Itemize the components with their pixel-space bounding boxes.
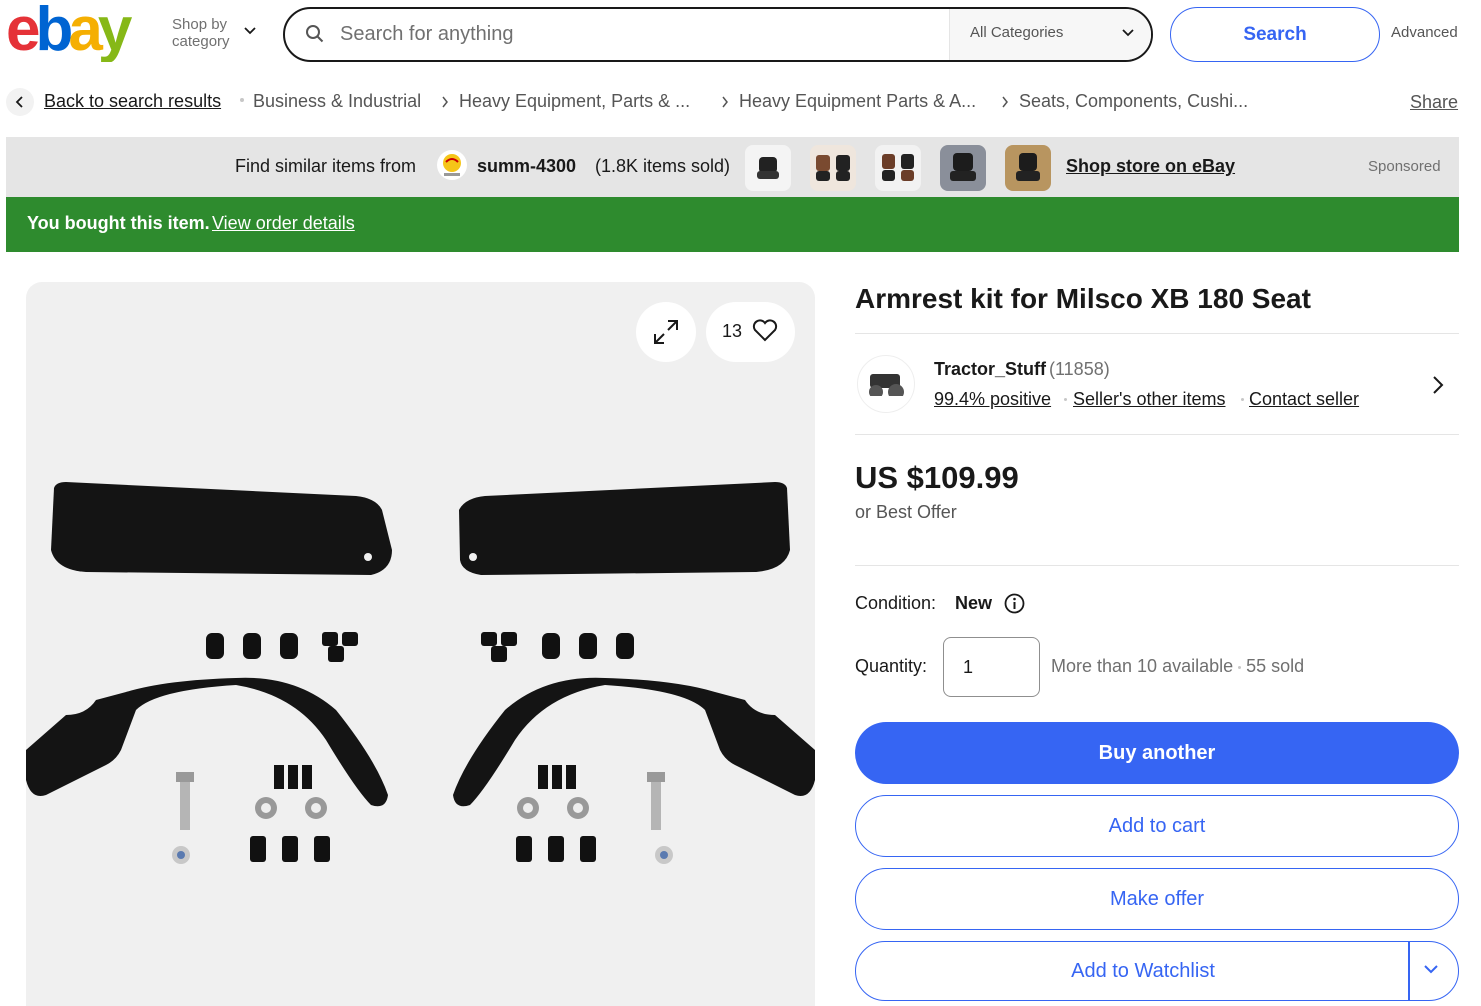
watch-button[interactable] — [706, 302, 795, 362]
shop-by-line2: category — [172, 33, 230, 50]
store-item-thumbnail[interactable] — [1005, 145, 1051, 191]
chevron-down-icon — [1122, 29, 1134, 37]
category-select-label: All Categories — [970, 24, 1064, 41]
breadcrumb-dot — [240, 98, 244, 102]
shop-by-category[interactable]: Shop by category — [172, 16, 230, 50]
store-logo[interactable] — [437, 150, 467, 180]
find-similar-label: Find similar items from — [235, 156, 417, 176]
separator-dot — [1064, 398, 1067, 401]
sold-count: 55 sold — [1246, 656, 1305, 676]
breadcrumb-item[interactable]: Business & Industrial — [253, 91, 421, 112]
separator-dot — [1241, 398, 1244, 401]
listing-title: Armrest kit for Milsco XB 180 Seat — [855, 283, 1311, 314]
heart-icon — [752, 319, 778, 342]
breadcrumb-item[interactable]: Seats, Components, Cushi... — [1019, 91, 1248, 112]
svg-text:ebay: ebay — [6, 0, 133, 62]
watch-count: 13 — [722, 321, 743, 341]
chevron-down-icon[interactable] — [244, 27, 256, 35]
expand-icon — [654, 320, 678, 344]
condition-label: Condition: — [855, 593, 937, 613]
info-icon[interactable] — [1004, 593, 1025, 614]
store-item-thumbnail[interactable] — [940, 145, 986, 191]
shop-store-link[interactable]: Shop store on eBay — [1066, 156, 1235, 177]
contact-seller-link[interactable]: Contact seller — [1249, 389, 1359, 410]
store-name[interactable]: summ-4300 — [477, 156, 576, 177]
seller-name[interactable]: Tractor_Stuff — [934, 359, 1046, 380]
ebay-logo[interactable]: ebay — [6, 0, 156, 62]
divider — [855, 434, 1459, 435]
condition-value: New — [955, 593, 993, 613]
store-items-sold: (1.8K items sold) — [595, 156, 731, 176]
seller-other-items-link[interactable]: Seller's other items — [1073, 389, 1226, 410]
divider — [855, 565, 1459, 566]
best-offer-label: or Best Offer — [855, 502, 957, 522]
seller-positive-feedback-link[interactable]: 99.4% positive — [934, 389, 1051, 410]
sponsored-label: Sponsored — [1368, 158, 1441, 175]
quantity-input[interactable] — [943, 637, 1040, 697]
chevron-right-icon[interactable] — [1432, 375, 1444, 395]
chevron-right-icon — [442, 96, 448, 108]
chevron-right-icon — [722, 96, 728, 108]
add-to-cart-button[interactable]: Add to cart — [855, 795, 1459, 857]
price: US $109.99 — [855, 460, 1019, 495]
back-arrow-icon[interactable] — [6, 88, 34, 116]
quantity-availability: More than 10 available 55 sold — [1051, 656, 1304, 677]
store-item-thumbnail[interactable] — [875, 145, 921, 191]
shop-by-line1: Shop by — [172, 16, 228, 33]
store-banner — [6, 137, 1459, 197]
watchlist-split-divider — [1408, 941, 1410, 1001]
chevron-down-icon[interactable] — [1423, 964, 1439, 974]
add-to-watchlist-button[interactable]: Add to Watchlist — [855, 941, 1459, 1001]
buy-another-button[interactable]: Buy another — [855, 722, 1459, 784]
store-item-thumbnail[interactable] — [745, 145, 791, 191]
quantity-label: Quantity: — [855, 656, 928, 676]
make-offer-button[interactable]: Make offer — [855, 868, 1459, 930]
expand-image-button[interactable] — [636, 302, 696, 362]
back-to-search-results-link[interactable]: Back to search results — [44, 91, 221, 112]
breadcrumb-item[interactable]: Heavy Equipment Parts & A... — [739, 91, 976, 112]
separator-dot — [1238, 665, 1242, 669]
available-text: More than 10 available — [1051, 656, 1234, 676]
store-item-thumbnail[interactable] — [810, 145, 856, 191]
search-button[interactable]: Search — [1170, 7, 1380, 62]
search-input[interactable] — [340, 18, 930, 50]
breadcrumb-item[interactable]: Heavy Equipment, Parts & ... — [459, 91, 690, 112]
divider — [855, 333, 1459, 334]
advanced-search-link[interactable]: Advanced — [1391, 24, 1458, 41]
seller-avatar[interactable] — [857, 355, 915, 413]
product-image — [26, 482, 815, 864]
seller-feedback-count: (11858) — [1049, 359, 1110, 379]
bought-notice-text: You bought this item. — [27, 213, 210, 233]
chevron-right-icon — [1002, 96, 1008, 108]
view-order-details-link[interactable]: View order details — [212, 213, 355, 234]
share-link[interactable]: Share — [1410, 92, 1458, 113]
search-icon — [306, 25, 324, 43]
